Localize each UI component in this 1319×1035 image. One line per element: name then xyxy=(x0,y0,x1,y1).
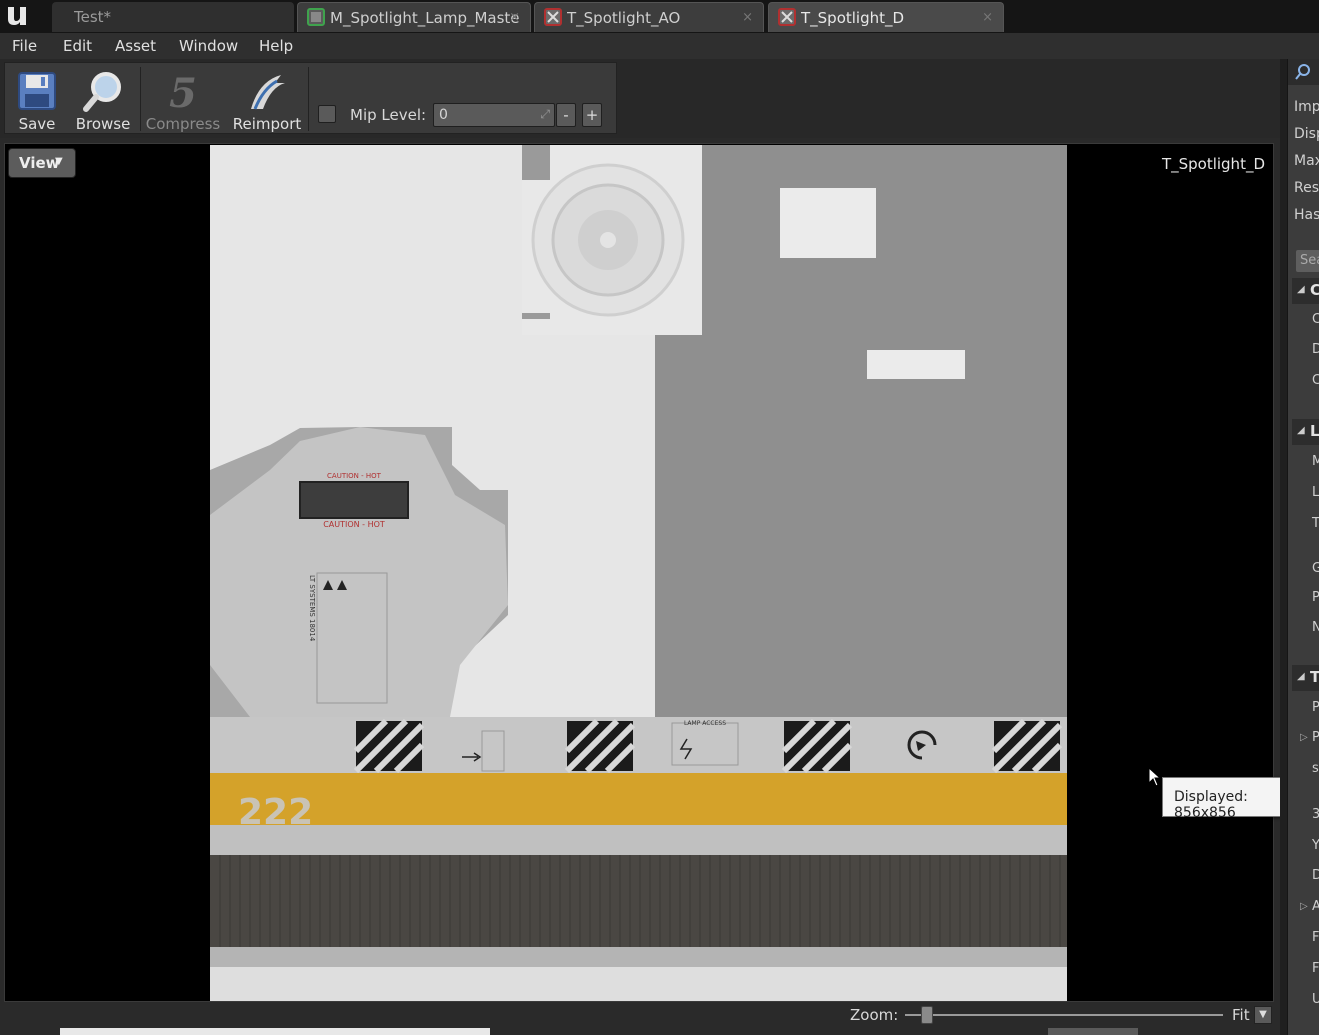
property-row[interactable]: D xyxy=(1312,342,1319,357)
save-button[interactable]: Save xyxy=(9,67,65,133)
info-row: Res xyxy=(1294,180,1319,196)
reimport-button[interactable]: Reimport xyxy=(231,67,303,133)
compress-button[interactable]: 5 Compress xyxy=(145,67,221,133)
lamp-access-label: LAMP ACCESS xyxy=(684,720,726,727)
toolbar-separator xyxy=(308,67,309,131)
vent-medallion xyxy=(531,163,685,317)
details-panel: Imp Disp Max Res Has Sea ◢ C C D C ◢ L M… xyxy=(1280,59,1319,1035)
menu-bar: File Edit Asset Window Help xyxy=(0,33,1319,59)
material-icon xyxy=(307,8,325,26)
property-row[interactable]: C xyxy=(1312,373,1319,388)
expand-arrow-icon[interactable]: ▷ xyxy=(1300,732,1308,743)
collapse-triangle-icon: ◢ xyxy=(1297,671,1305,682)
texture-icon xyxy=(544,8,562,26)
info-row: Imp xyxy=(1294,99,1319,115)
tab-material[interactable]: M_Spotlight_Lamp_Maste × xyxy=(297,2,531,32)
property-row[interactable]: C xyxy=(1312,312,1319,327)
tab-label: M_Spotlight_Lamp_Maste xyxy=(330,9,520,27)
menu-asset[interactable]: Asset xyxy=(115,37,156,55)
property-row[interactable]: Y xyxy=(1312,838,1319,853)
texture-icon xyxy=(778,8,796,26)
property-row[interactable]: D xyxy=(1312,868,1319,883)
details-panel-body: Imp Disp Max Res Has Sea ◢ C C D C ◢ L M… xyxy=(1287,59,1319,1035)
collapse-triangle-icon: ◢ xyxy=(1297,425,1305,436)
tab-label: T_Spotlight_D xyxy=(801,9,905,27)
mip-level-label: Mip Level: xyxy=(350,106,427,124)
mouse-cursor-icon xyxy=(1148,767,1162,787)
menu-window[interactable]: Window xyxy=(179,37,238,55)
magnifier-icon xyxy=(83,72,121,112)
mip-decrement-button[interactable]: - xyxy=(556,103,576,127)
horizontal-scrollbar[interactable] xyxy=(60,1028,490,1035)
property-row[interactable]: M xyxy=(1312,454,1319,469)
details-icon xyxy=(1295,64,1310,80)
viewport-asset-name: T_Spotlight_D xyxy=(1161,155,1265,173)
details-tab[interactable] xyxy=(1288,59,1319,85)
details-category[interactable]: ◢ C xyxy=(1292,278,1319,304)
compress-icon: 5 xyxy=(169,70,197,113)
property-row[interactable]: s xyxy=(1312,761,1319,776)
tab-label: T_Spotlight_AO xyxy=(567,9,681,27)
property-row[interactable]: F xyxy=(1312,930,1319,945)
mip-level-input[interactable]: 0 ⤢ xyxy=(433,103,555,127)
systems-text: LT SYSTEMS 18014 xyxy=(308,575,316,642)
property-row[interactable]: L xyxy=(1312,485,1319,500)
info-row: Max xyxy=(1294,153,1319,169)
property-row[interactable]: G xyxy=(1312,561,1319,576)
texture-editor-window: Test* M_Spotlight_Lamp_Maste × T_Spotlig… xyxy=(0,0,1319,1035)
save-icon xyxy=(18,72,56,110)
mip-level-checkbox[interactable] xyxy=(318,105,336,123)
info-row: Disp xyxy=(1294,126,1319,142)
reimport-icon xyxy=(251,75,285,110)
browse-button[interactable]: Browse xyxy=(71,67,135,133)
menu-edit[interactable]: Edit xyxy=(63,37,92,55)
caution-label-top: CAUTION - HOT xyxy=(327,472,382,480)
property-row[interactable]: P xyxy=(1312,590,1319,605)
close-icon[interactable]: × xyxy=(982,10,993,25)
property-row[interactable]: U xyxy=(1312,992,1319,1007)
tab-test[interactable]: Test* xyxy=(52,2,294,32)
zoom-label: Zoom: xyxy=(850,1006,899,1024)
view-dropdown-button[interactable]: View ▼ xyxy=(8,148,76,178)
zoom-slider-handle[interactable] xyxy=(921,1006,933,1024)
collapse-triangle-icon: ◢ xyxy=(1297,284,1305,295)
property-row[interactable]: N xyxy=(1312,620,1319,635)
property-row[interactable]: F xyxy=(1312,961,1319,976)
scrollbar-segment[interactable] xyxy=(1048,1028,1138,1035)
toolbar-separator xyxy=(140,67,141,131)
info-row: Has xyxy=(1294,207,1319,223)
texture-preview: CAUTION - HOT CAUTION - HOT LT SYSTEMS 1… xyxy=(210,145,1067,1001)
details-search-input[interactable]: Sea xyxy=(1296,250,1319,272)
zoom-dropdown-button[interactable]: ▼ xyxy=(1254,1006,1272,1024)
tab-label: Test* xyxy=(74,8,112,26)
details-category[interactable]: ◢ L xyxy=(1292,419,1319,445)
mip-increment-button[interactable]: + xyxy=(582,103,602,127)
property-row[interactable]: T xyxy=(1312,516,1319,531)
svg-text:5: 5 xyxy=(169,70,197,113)
menu-help[interactable]: Help xyxy=(259,37,293,55)
texture-viewport[interactable]: CAUTION - HOT CAUTION - HOT LT SYSTEMS 1… xyxy=(4,143,1274,1002)
property-row[interactable]: A xyxy=(1312,899,1319,914)
close-icon[interactable]: × xyxy=(742,10,753,25)
caution-label-bottom: CAUTION - HOT xyxy=(323,520,385,529)
zoom-slider-track[interactable] xyxy=(905,1014,1223,1016)
expand-arrow-icon[interactable]: ▷ xyxy=(1300,901,1308,912)
close-icon[interactable]: × xyxy=(509,10,520,25)
property-row[interactable]: 3 xyxy=(1312,807,1319,822)
property-row[interactable]: P xyxy=(1312,700,1319,715)
spin-arrows-icon: ⤢ xyxy=(540,107,550,121)
details-category[interactable]: ◢ T xyxy=(1292,665,1319,691)
tab-texture-d[interactable]: T_Spotlight_D × xyxy=(768,2,1004,32)
unreal-logo-icon[interactable] xyxy=(4,3,30,29)
tab-texture-ao[interactable]: T_Spotlight_AO × xyxy=(534,2,764,32)
chevron-down-icon: ▼ xyxy=(55,156,63,167)
toolbar-area: Save Browse 5 Compress Reimport Mip Leve… xyxy=(0,59,1280,138)
toolbar: Save Browse 5 Compress Reimport Mip Leve… xyxy=(4,62,617,134)
zoom-fit-label: Fit xyxy=(1232,1006,1250,1024)
menu-file[interactable]: File xyxy=(12,37,37,55)
tab-bar: Test* M_Spotlight_Lamp_Maste × T_Spotlig… xyxy=(0,0,1319,33)
property-row[interactable]: P xyxy=(1312,730,1319,745)
